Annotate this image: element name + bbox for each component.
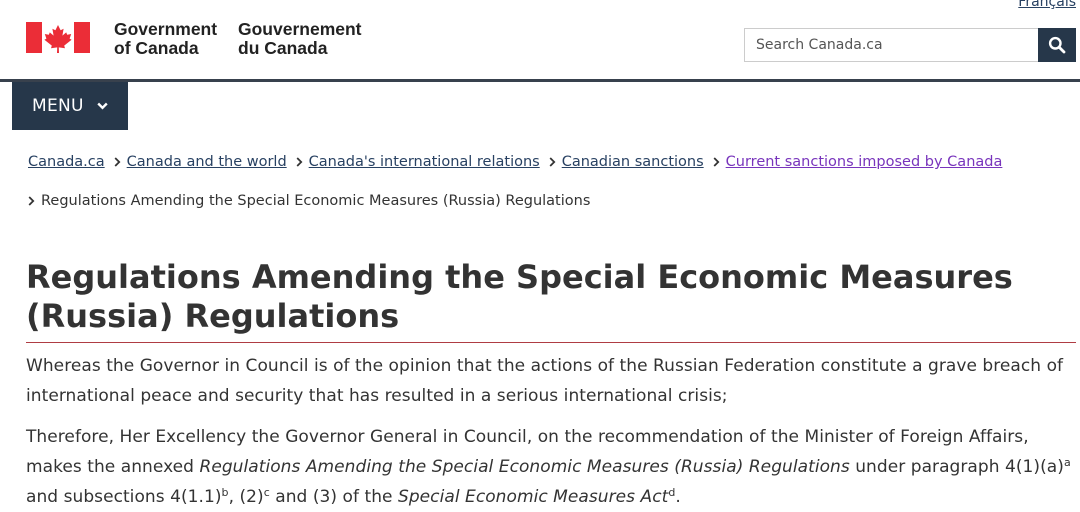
chevron-right-icon <box>296 157 303 167</box>
paragraph-text: and subsections 4(1.1) <box>26 487 222 507</box>
breadcrumb-link-canadian-sanctions[interactable]: Canadian sanctions <box>562 154 704 170</box>
header-divider <box>0 79 1080 82</box>
breadcrumb-row: Canada.ca Canada and the world Canada's … <box>28 152 1068 172</box>
search-icon <box>1048 36 1066 54</box>
paragraph-text: under paragraph 4(1)(a) <box>849 457 1064 477</box>
gov-name-french: Gouvernement du Canada <box>238 20 362 58</box>
act-title-citation: Special Economic Measures Act <box>397 487 669 507</box>
footnote-marker: a <box>1063 456 1071 469</box>
language-toggle-link[interactable]: Français <box>1018 0 1076 10</box>
title-underline <box>26 342 1076 343</box>
breadcrumb-link-canada-ca[interactable]: Canada.ca <box>28 154 105 170</box>
breadcrumb: Canada.ca Canada and the world Canada's … <box>28 152 1068 211</box>
search-button[interactable] <box>1038 28 1076 62</box>
gov-name-fr-line2: du Canada <box>238 38 328 58</box>
paragraph-whereas: Whereas the Governor in Council is of th… <box>26 356 1064 406</box>
paragraph-text: . <box>675 487 681 507</box>
chevron-right-icon <box>114 157 121 167</box>
menu-button[interactable]: MENU <box>12 82 128 130</box>
canada-flag-icon <box>26 22 90 53</box>
chevron-down-icon <box>97 102 108 110</box>
government-of-canada-logo[interactable]: Government of Canada Gouvernement du Can… <box>26 20 362 58</box>
gov-name-en-line1: Government <box>114 19 218 39</box>
breadcrumb-row: Regulations Amending the Special Economi… <box>28 191 1068 211</box>
regulations-title-citation: Regulations Amending the Special Economi… <box>199 457 850 477</box>
breadcrumb-link-current-sanctions[interactable]: Current sanctions imposed by Canada <box>726 154 1003 170</box>
search-input[interactable] <box>744 28 1038 62</box>
gov-name-fr-line1: Gouvernement <box>238 19 362 39</box>
breadcrumb-link-canada-and-the-world[interactable]: Canada and the world <box>127 154 287 170</box>
page-title: Regulations Amending the Special Economi… <box>26 258 1013 335</box>
paragraph-therefore: Therefore, Her Excellency the Governor G… <box>26 422 1078 512</box>
paragraph-text: , (2) <box>228 487 264 507</box>
breadcrumb-link-international-relations[interactable]: Canada's international relations <box>309 154 540 170</box>
breadcrumb-current-page: Regulations Amending the Special Economi… <box>41 193 591 209</box>
chevron-right-icon <box>713 157 720 167</box>
gov-name-english: Government of Canada <box>114 20 217 58</box>
footnote-marker: b <box>221 486 229 499</box>
menu-label: MENU <box>32 96 84 116</box>
paragraph-text: and (3) of the <box>269 487 398 507</box>
search-form <box>744 28 1076 62</box>
chevron-right-icon <box>549 157 556 167</box>
chevron-right-icon <box>28 196 35 206</box>
gov-name-en-line2: of Canada <box>114 38 199 58</box>
